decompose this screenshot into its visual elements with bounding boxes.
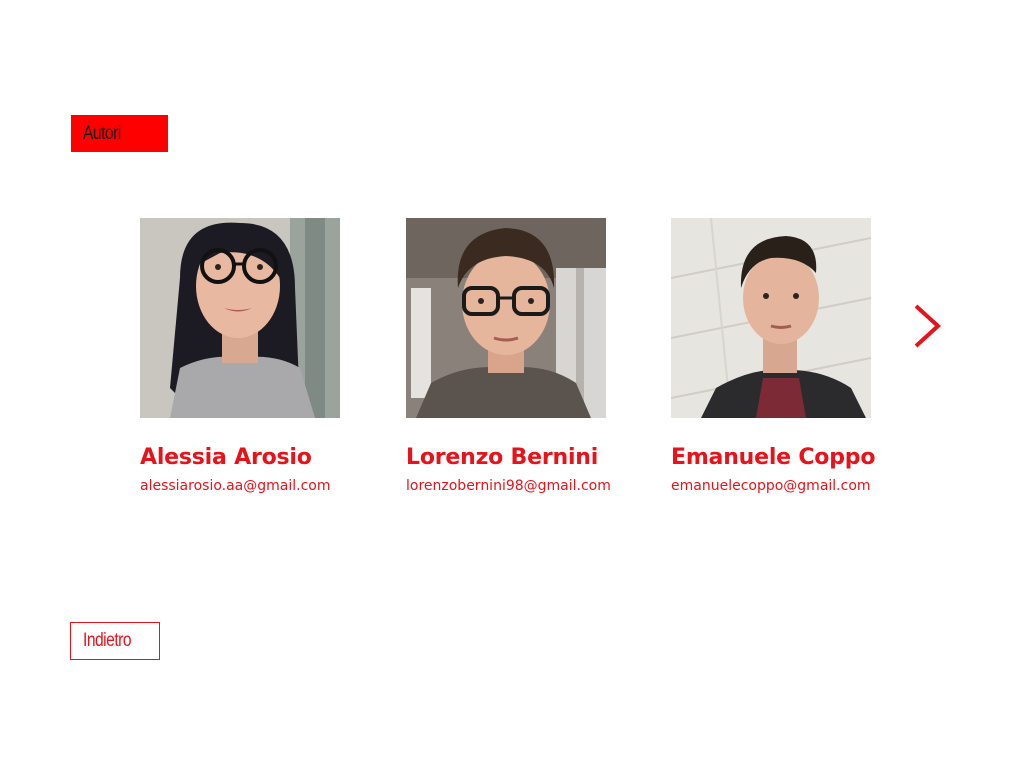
author-photo [140,218,340,418]
author-card: Lorenzo Bernini lorenzobernini98@gmail.c… [406,218,646,496]
author-name: Emanuele Coppo [671,445,876,470]
author-email[interactable]: alessiarosio.aa@gmail.com [140,476,380,496]
chevron-right-icon[interactable] [908,302,944,350]
author-card: Alessia Arosio alessiarosio.aa@gmail.com [140,218,380,496]
section-title: Autori [83,123,121,144]
author-name: Alessia Arosio [140,445,312,470]
author-card: Emanuele Coppo emanuelecoppo@gmail.com [671,218,911,496]
section-title-badge: Autori [71,115,168,152]
portrait-man-jacket-icon [671,218,871,418]
portrait-man-glasses-icon [406,218,606,418]
authors-page: Autori Alessia Arosio alessiarosio.aa@gm… [0,0,1024,768]
back-button-label: Indietro [83,630,132,651]
author-photo [406,218,606,418]
author-email[interactable]: lorenzobernini98@gmail.com [406,476,646,496]
author-email[interactable]: emanuelecoppo@gmail.com [671,476,911,496]
author-photo [671,218,871,418]
portrait-woman-glasses-icon [140,218,340,418]
back-button[interactable]: Indietro [70,622,160,660]
author-name: Lorenzo Bernini [406,445,599,470]
